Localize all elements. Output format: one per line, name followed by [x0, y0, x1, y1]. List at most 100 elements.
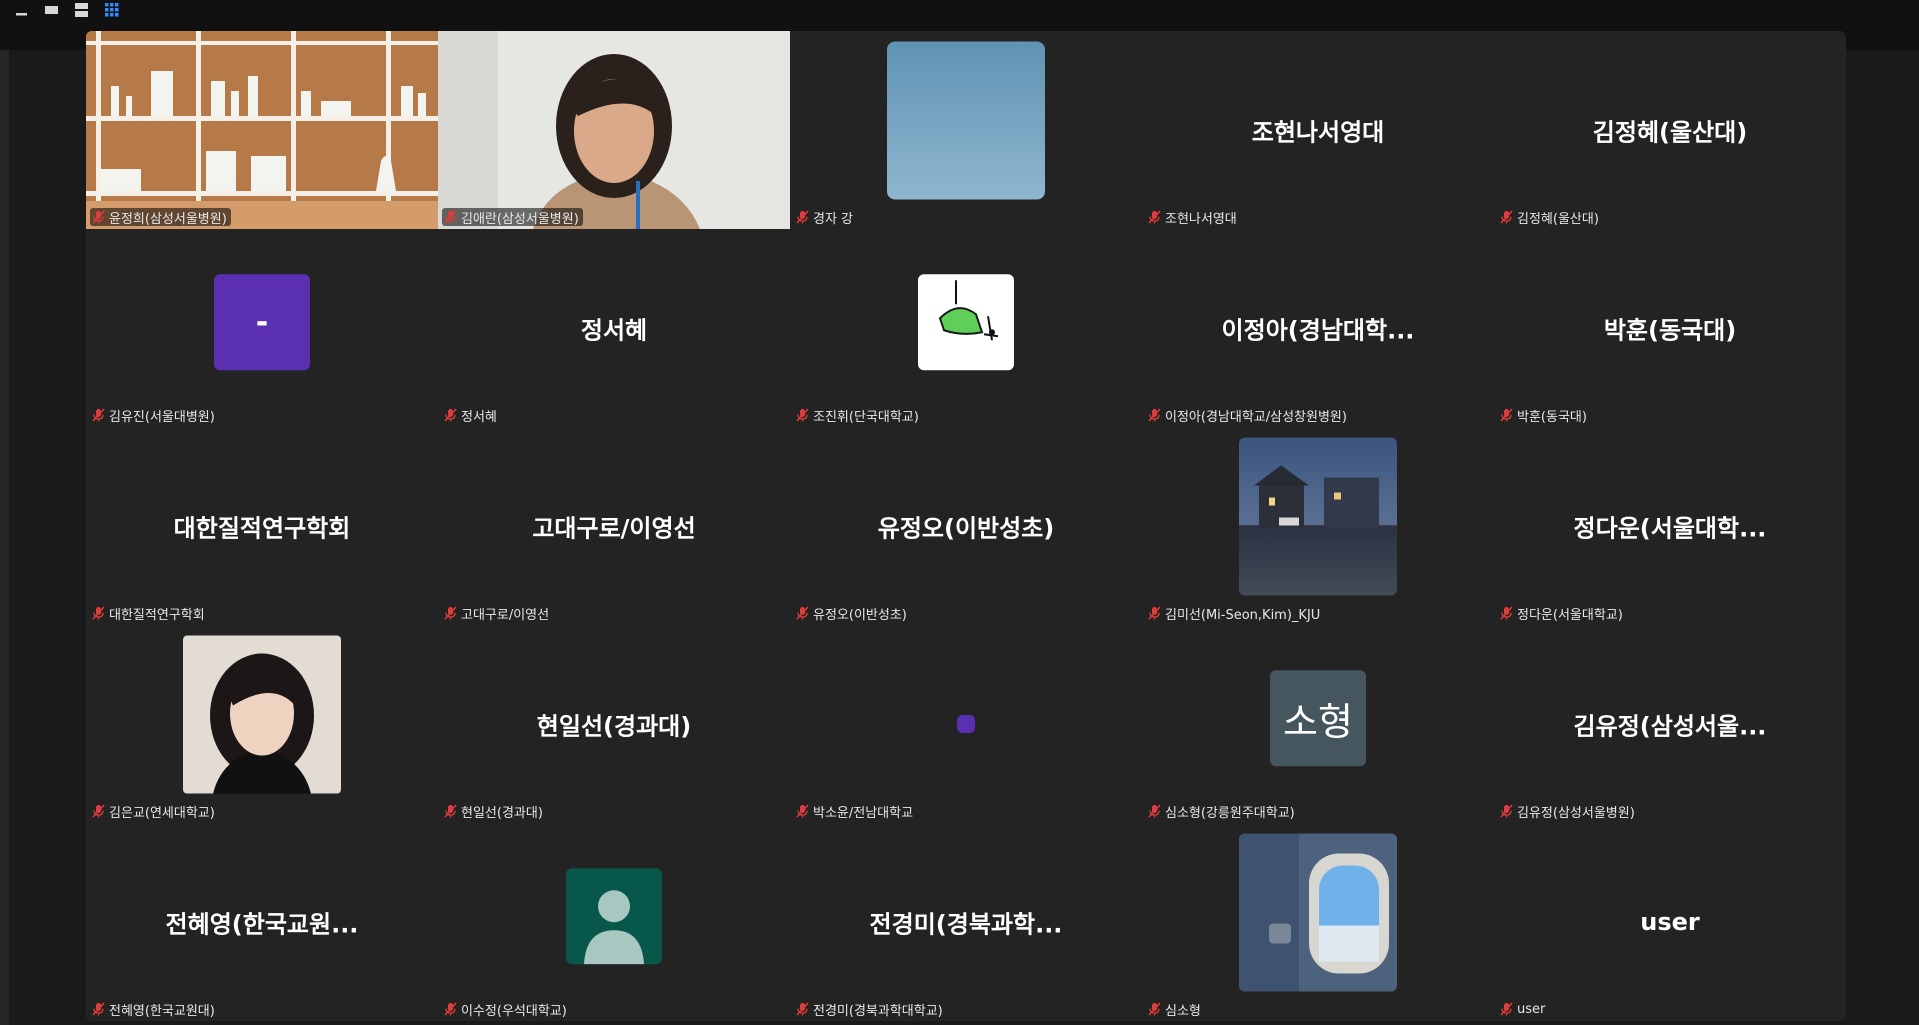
participant-tile[interactable]: 고대구로/이영선 고대구로/이영선 — [438, 427, 790, 625]
participant-name-label: 현일선(경과대) — [442, 802, 547, 821]
participant-name: 윤정희(삼성서울병원) — [109, 211, 227, 227]
participant-tile[interactable]: - 김유진(서울대병원) — [86, 229, 438, 427]
participant-tile[interactable]: 김정혜(울산대) 김정혜(울산대) — [1494, 31, 1846, 229]
participant-tile[interactable]: 김애란(삼성서울병원) — [438, 31, 790, 229]
muted-mic-icon — [444, 1002, 457, 1016]
muted-mic-icon — [92, 210, 105, 224]
participant-name: 김애란(삼성서울병원) — [461, 211, 579, 227]
participant-display-name: 조현나서영대 — [1251, 118, 1385, 147]
participant-tile[interactable]: user user — [1494, 823, 1846, 1021]
participant-name: 조현나서영대 — [1165, 211, 1237, 227]
avatar: - — [214, 274, 310, 371]
muted-mic-icon — [1148, 1002, 1161, 1016]
participant-name: 전경미(경북과학대학교) — [813, 1003, 943, 1019]
participant-tile[interactable]: 윤정희(삼성서울병원) — [86, 31, 438, 229]
muted-mic-icon — [796, 804, 809, 818]
participant-name: 김유정(삼성서울병원) — [1517, 805, 1635, 821]
participant-display-name: 유정오(이반성초) — [877, 514, 1055, 543]
avatar-dot — [957, 715, 975, 733]
single-view-icon[interactable] — [42, 1, 62, 19]
participant-tile[interactable]: 소형 심소형(강릉원주대학교) — [1142, 625, 1494, 823]
participant-tile[interactable]: 조진휘(단국대학교) — [790, 229, 1142, 427]
muted-mic-icon — [1500, 210, 1513, 224]
muted-mic-icon — [796, 606, 809, 620]
participant-display-name: 대한질적연구학회 — [173, 514, 351, 543]
participant-tile[interactable]: 정다운(서울대학... 정다운(서울대학교) — [1494, 427, 1846, 625]
participant-name-label: 대한질적연구학회 — [90, 604, 209, 623]
participant-tile[interactable]: 조현나서영대 조현나서영대 — [1142, 31, 1494, 229]
muted-mic-icon — [796, 408, 809, 422]
profile-photo-airplane-window — [1239, 833, 1397, 992]
muted-mic-icon — [1148, 408, 1161, 422]
participant-display-name: 현일선(경과대) — [536, 712, 692, 741]
participant-display-name: 정다운(서울대학... — [1573, 514, 1767, 543]
participant-tile[interactable]: 박훈(동국대) 박훈(동국대) — [1494, 229, 1846, 427]
participant-display-name: 김정혜(울산대) — [1592, 118, 1748, 147]
view-controls — [12, 0, 122, 20]
participant-name: 이수정(우석대학교) — [461, 1003, 567, 1019]
muted-mic-icon — [796, 1002, 809, 1016]
participant-tile[interactable]: 김은교(연세대학교) — [86, 625, 438, 823]
participant-name-label: 조현나서영대 — [1146, 208, 1241, 227]
participant-name-label: 심소형(강릉원주대학교) — [1146, 802, 1299, 821]
participant-name: 정다운(서울대학교) — [1517, 607, 1623, 623]
participant-tile[interactable]: 박소윤/전남대학교 — [790, 625, 1142, 823]
participant-name: 정서혜 — [461, 409, 497, 425]
participant-name-label: 김애란(삼성서울병원) — [442, 208, 583, 227]
participant-tile[interactable]: 유정오(이반성초) 유정오(이반성초) — [790, 427, 1142, 625]
participant-name: user — [1517, 1001, 1546, 1017]
participant-tile[interactable]: 이정아(경남대학... 이정아(경남대학교/삼성창원병원) — [1142, 229, 1494, 427]
muted-mic-icon — [92, 408, 105, 422]
participant-display-name: 김유정(삼성서울... — [1573, 712, 1767, 741]
participant-name: 현일선(경과대) — [461, 805, 543, 821]
participant-name: 박소윤/전남대학교 — [813, 805, 914, 821]
participant-display-name: 고대구로/이영선 — [532, 514, 696, 543]
participant-name-label: 김정혜(울산대) — [1498, 208, 1603, 227]
participant-tile[interactable]: 현일선(경과대) 현일선(경과대) — [438, 625, 790, 823]
participant-display-name: 전경미(경북과학... — [869, 910, 1063, 939]
participant-name: 유정오(이반성초) — [813, 607, 907, 623]
participant-name-label: 유정오(이반성초) — [794, 604, 911, 623]
participant-name: 고대구로/이영선 — [461, 607, 550, 623]
speaker-view-icon[interactable] — [72, 1, 92, 19]
participant-name: 경자 강 — [813, 211, 854, 227]
muted-mic-icon — [92, 606, 105, 620]
muted-mic-icon — [1500, 804, 1513, 818]
video-feed-speaker — [438, 31, 790, 229]
participant-name-label: user — [1498, 1000, 1549, 1018]
muted-mic-icon — [1148, 606, 1161, 620]
participant-name-label: 전경미(경북과학대학교) — [794, 1000, 947, 1019]
participant-name-label: 전혜영(한국교원대) — [90, 1000, 219, 1019]
window-edge — [0, 50, 9, 1025]
muted-mic-icon — [1500, 408, 1513, 422]
muted-mic-icon — [444, 804, 457, 818]
minimize-icon[interactable] — [12, 1, 32, 19]
participant-name-label: 심소형 — [1146, 1000, 1205, 1019]
participant-tile[interactable]: 전혜영(한국교원... 전혜영(한국교원대) — [86, 823, 438, 1021]
participant-name: 대한질적연구학회 — [109, 607, 205, 623]
participant-name-label: 윤정희(삼성서울병원) — [90, 208, 231, 227]
participant-name-label: 김미선(Mi-Seon,Kim)_KJU — [1146, 604, 1324, 623]
gallery-view-icon[interactable] — [102, 1, 122, 19]
participant-name-label: 이수정(우석대학교) — [442, 1000, 571, 1019]
default-avatar — [566, 868, 662, 965]
participant-tile[interactable]: 정서혜 정서혜 — [438, 229, 790, 427]
participant-name-label: 박훈(동국대) — [1498, 406, 1591, 425]
participant-tile[interactable]: 심소형 — [1142, 823, 1494, 1021]
muted-mic-icon — [444, 408, 457, 422]
profile-photo-portrait — [183, 635, 341, 794]
participant-tile[interactable]: 전경미(경북과학... 전경미(경북과학대학교) — [790, 823, 1142, 1021]
participant-tile[interactable]: 대한질적연구학회 대한질적연구학회 — [86, 427, 438, 625]
muted-mic-icon — [1148, 210, 1161, 224]
participant-tile[interactable]: 경자 강 — [790, 31, 1142, 229]
participant-tile[interactable]: 김미선(Mi-Seon,Kim)_KJU — [1142, 427, 1494, 625]
participant-name-label: 정서혜 — [442, 406, 501, 425]
participant-tile[interactable]: 이수정(우석대학교) — [438, 823, 790, 1021]
participant-tile[interactable]: 김유정(삼성서울... 김유정(삼성서울병원) — [1494, 625, 1846, 823]
profile-photo-drawing — [918, 274, 1014, 371]
participant-name-label: 김유정(삼성서울병원) — [1498, 802, 1639, 821]
muted-mic-icon — [444, 210, 457, 224]
participant-name: 심소형 — [1165, 1003, 1201, 1019]
muted-mic-icon — [1500, 606, 1513, 620]
participant-name: 전혜영(한국교원대) — [109, 1003, 215, 1019]
